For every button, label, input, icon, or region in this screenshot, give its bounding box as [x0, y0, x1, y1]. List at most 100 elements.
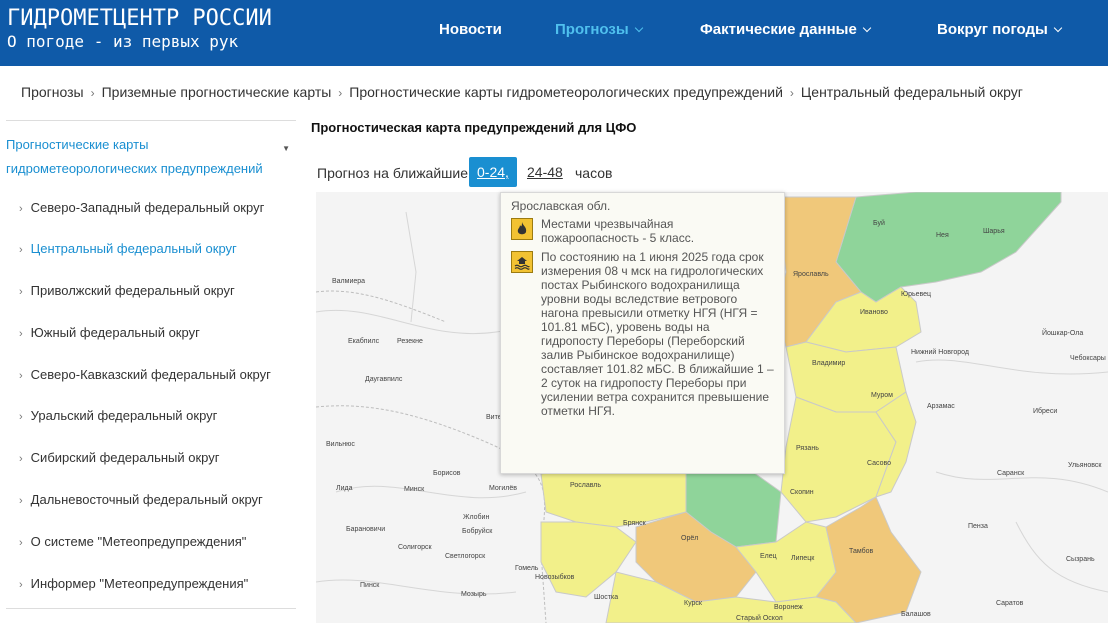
brand-subtitle: О погоде - из первых рук	[7, 32, 239, 51]
city-label: Минск	[404, 486, 425, 493]
nav-actual-data[interactable]: Фактические данные	[700, 21, 872, 38]
chevron-right-icon: ›	[19, 537, 23, 549]
nav-news[interactable]: Новости	[439, 21, 502, 38]
warning-text-flood: По состоянию на 1 июня 2025 года срок из…	[541, 250, 774, 418]
city-label: Йошкар-Ола	[1042, 330, 1084, 337]
city-label: Нижний Новгород	[911, 349, 969, 356]
breadcrumb-current: Центральный федеральный округ	[800, 84, 1023, 100]
sidebar-item-far-east[interactable]: › Дальневосточный федеральный округ	[19, 492, 263, 507]
chevron-right-icon: ›	[19, 244, 23, 256]
range-0-24-button[interactable]: 0-24,	[469, 157, 517, 187]
city-label: Барановичи	[346, 526, 386, 533]
page-title: Прогностическая карта предупреждений для…	[311, 120, 637, 135]
city-label: Солигорск	[398, 544, 432, 551]
city-label: Гомель	[515, 565, 539, 572]
city-label: Балашов	[901, 611, 931, 618]
breadcrumb-warning-maps[interactable]: Прогностические карты гидрометеорологиче…	[349, 84, 783, 100]
chevron-right-icon: ›	[19, 579, 23, 591]
sidebar-divider	[6, 608, 296, 609]
sidebar-item-about[interactable]: › О системе "Метеопредупреждения"	[19, 534, 246, 549]
city-label: Пинск	[360, 582, 380, 589]
city-label: Екабпилс	[348, 338, 380, 345]
fire-danger-icon	[511, 218, 533, 240]
city-label: Старый Оскол	[736, 615, 783, 622]
nav-around-weather-label: Вокруг погоды	[937, 21, 1048, 38]
chevron-down-icon	[862, 23, 872, 33]
city-label: Иваново	[860, 309, 888, 316]
city-label: Валмиера	[332, 278, 366, 285]
sidebar: Прогностические карты гидрометеорологиче…	[6, 120, 296, 608]
city-label: Бобруйск	[462, 528, 493, 535]
breadcrumb-forecasts[interactable]: Прогнозы	[21, 84, 84, 100]
city-label: Ульяновск	[1068, 462, 1102, 469]
nav-forecasts-label: Прогнозы	[555, 21, 629, 38]
city-label: Борисов	[433, 470, 461, 477]
chevron-right-icon: ›	[19, 495, 23, 507]
site-header: ГИДРОМЕТЦЕНТР РОССИИ О погоде - из первы…	[0, 0, 1108, 66]
city-label: Воронеж	[774, 604, 803, 611]
sidebar-item-south[interactable]: › Южный федеральный округ	[19, 325, 200, 340]
chevron-right-icon: ›	[19, 286, 23, 298]
caret-down-icon: ▼	[282, 144, 290, 153]
sidebar-item-label: Северо-Западный федеральный округ	[30, 200, 265, 215]
city-label: Рязань	[796, 445, 819, 452]
site-logo[interactable]: ГИДРОМЕТЦЕНТР РОССИИ О погоде - из первы…	[7, 7, 272, 52]
sidebar-item-central[interactable]: › Центральный федеральный округ	[19, 241, 237, 256]
city-label: Мозырь	[461, 591, 487, 598]
sidebar-item-label: Приволжский федеральный округ	[30, 283, 235, 298]
chevron-right-icon: ›	[19, 453, 23, 465]
city-label: Скопин	[790, 489, 814, 496]
warning-item-flood: По состоянию на 1 июня 2025 года срок из…	[511, 250, 774, 418]
sidebar-item-volga[interactable]: › Приволжский федеральный округ	[19, 283, 235, 298]
city-label: Ярославль	[793, 271, 829, 278]
city-label: Юрьевец	[901, 291, 932, 298]
sidebar-item-ural[interactable]: › Уральский федеральный округ	[19, 408, 217, 423]
city-label: Курск	[684, 600, 702, 607]
sidebar-item-north-caucasus[interactable]: › Северо-Кавказский федеральный округ	[19, 367, 271, 382]
sidebar-item-siberia[interactable]: › Сибирский федеральный округ	[19, 450, 220, 465]
chevron-down-icon	[634, 23, 643, 33]
sidebar-item-northwest[interactable]: › Северо-Западный федеральный округ	[19, 200, 264, 215]
city-label: Вильнюс	[326, 441, 355, 448]
nav-actual-data-label: Фактические данные	[700, 21, 857, 38]
city-label: Тамбов	[849, 548, 874, 555]
sidebar-item-label: О системе "Метеопредупреждения"	[30, 534, 247, 549]
sidebar-item-label: Информер "Метеопредупреждения"	[30, 576, 249, 591]
city-label: Лида	[336, 485, 353, 492]
sidebar-item-label: Дальневосточный федеральный округ	[30, 492, 263, 507]
city-label: Елец	[760, 553, 777, 560]
region-warning-tooltip: Ярославская обл. Местами чрезвычайная по…	[500, 192, 785, 474]
sidebar-item-label: Сибирский федеральный округ	[30, 450, 220, 465]
city-label: Муром	[871, 392, 893, 399]
city-label: Могилёв	[489, 485, 517, 492]
range-label: Прогноз на ближайшие	[317, 165, 469, 181]
chevron-right-icon: ›	[19, 328, 23, 340]
nav-around-weather[interactable]: Вокруг погоды	[937, 21, 1063, 38]
warning-text-fire: Местами чрезвычайная пожароопасность - 5…	[541, 217, 695, 245]
warning-item-fire: Местами чрезвычайная пожароопасность - 5…	[511, 217, 774, 245]
city-label: Шостка	[594, 594, 619, 601]
range-24-48-button[interactable]: 24-48	[527, 157, 563, 187]
city-label: Орёл	[681, 535, 699, 542]
city-label: Светлогорск	[445, 553, 486, 560]
nav-forecasts[interactable]: Прогнозы	[555, 21, 643, 38]
city-label: Ибреси	[1033, 408, 1058, 415]
sidebar-item-label: Центральный федеральный округ	[30, 241, 237, 256]
city-label: Сызрань	[1066, 556, 1095, 563]
city-label: Рославль	[570, 482, 602, 489]
chevron-right-icon: ›	[19, 411, 23, 423]
city-label: Нея	[936, 232, 949, 239]
sidebar-item-informer[interactable]: › Информер "Метеопредупреждения"	[19, 576, 248, 591]
chevron-right-icon: ›	[90, 86, 95, 100]
chevron-right-icon: ›	[19, 203, 23, 215]
chevron-right-icon: ›	[338, 86, 343, 100]
breadcrumb-surface-maps[interactable]: Приземные прогностические карты	[102, 84, 332, 100]
nav-news-label: Новости	[439, 21, 502, 38]
city-label: Саратов	[996, 600, 1024, 607]
sidebar-section-header[interactable]: Прогностические карты гидрометеорологиче…	[6, 121, 296, 176]
sidebar-section-title: Прогностические карты гидрометеорологиче…	[6, 137, 263, 176]
breadcrumb: Прогнозы › Приземные прогностические карты…	[21, 84, 1023, 100]
sidebar-item-label: Уральский федеральный округ	[30, 408, 218, 423]
flood-icon	[511, 251, 533, 273]
brand-title: ГИДРОМЕТЦЕНТР РОССИИ	[7, 6, 272, 31]
